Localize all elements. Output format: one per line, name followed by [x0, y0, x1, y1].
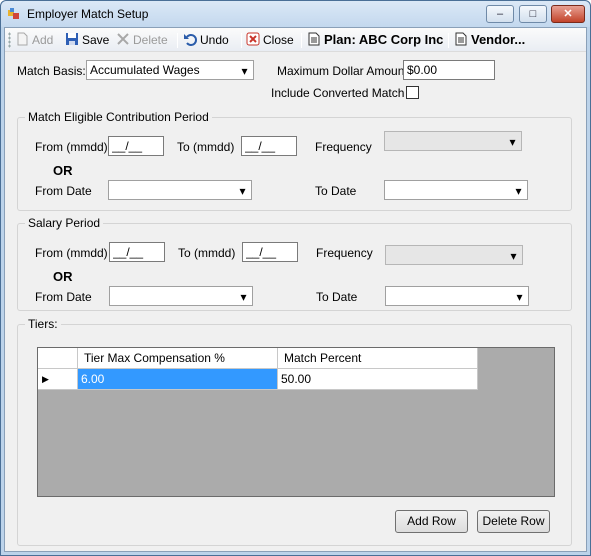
salary-to-date-label: To Date — [316, 290, 358, 304]
add-label: Add — [32, 33, 54, 47]
add-document-icon — [17, 32, 28, 46]
row-selector-icon[interactable]: ▶ — [38, 369, 78, 390]
match-basis-value: Accumulated Wages — [90, 63, 200, 77]
salary-to-mmdd-label: To (mmdd) — [178, 246, 236, 260]
max-dollar-input[interactable] — [403, 60, 495, 80]
delete-row-button[interactable]: Delete Row — [477, 510, 550, 533]
tier-max-cell[interactable]: 6.00 — [78, 369, 278, 390]
chevron-down-icon: ▾ — [516, 290, 523, 304]
save-button[interactable]: Save — [65, 31, 109, 49]
salary-from-date-label: From Date — [35, 290, 92, 304]
tiers-grid[interactable]: Tier Max Compensation % Match Percent ▶ … — [37, 347, 555, 497]
toolbar-separator — [177, 33, 178, 48]
salary-from-date-picker[interactable]: ▾ — [109, 286, 253, 306]
window-title: Employer Match Setup — [27, 7, 149, 21]
match-or-label: OR — [53, 163, 73, 178]
plan-label: Plan: ABC Corp Inc — [324, 32, 444, 47]
vendor-label: Vendor... — [471, 32, 526, 47]
salary-to-mmdd-input[interactable] — [242, 242, 298, 262]
plan-document-icon — [308, 32, 320, 46]
toolbar-separator — [241, 33, 242, 48]
toolbar-separator — [448, 33, 449, 48]
column-header-match-percent[interactable]: Match Percent — [278, 348, 478, 369]
chevron-down-icon: ▾ — [239, 184, 246, 198]
match-to-date-label: To Date — [315, 184, 357, 198]
salary-frequency-label: Frequency — [316, 246, 373, 260]
match-to-mmdd-label: To (mmdd) — [177, 140, 235, 154]
match-to-mmdd-input[interactable] — [241, 136, 297, 156]
app-icon — [8, 8, 19, 19]
delete-label: Delete — [133, 33, 168, 47]
salary-to-date-picker[interactable]: ▾ — [385, 286, 529, 306]
delete-button[interactable]: Delete — [116, 31, 168, 49]
column-header-tier-max[interactable]: Tier Max Compensation % — [78, 348, 278, 369]
chevron-down-icon: ▾ — [240, 290, 247, 304]
match-basis-label: Match Basis: — [17, 64, 86, 78]
close-button[interactable]: Close — [246, 31, 294, 49]
match-frequency-select[interactable]: ▾ — [384, 131, 522, 151]
employer-match-setup-window: Employer Match Setup – □ ✕ Add Save Dele… — [0, 0, 591, 556]
close-label: Close — [263, 33, 294, 47]
match-period-title: Match Eligible Contribution Period — [25, 110, 212, 124]
max-dollar-label: Maximum Dollar Amount: — [277, 64, 412, 78]
toolbar-grip — [8, 32, 11, 48]
chevron-down-icon: ▾ — [241, 64, 248, 78]
salary-from-mmdd-label: From (mmdd) — [35, 246, 108, 260]
vendor-button[interactable]: Vendor... — [454, 31, 525, 49]
match-from-date-label: From Date — [35, 184, 92, 198]
title-bar: Employer Match Setup – □ ✕ — [1, 1, 590, 27]
match-basis-select[interactable]: Accumulated Wages ▾ — [86, 60, 254, 80]
toolbar-separator — [301, 33, 302, 48]
form-client-area: Add Save Delete Undo Close Plan: ABC Cor… — [4, 27, 587, 552]
salary-from-mmdd-input[interactable] — [109, 242, 165, 262]
delete-x-icon — [117, 33, 129, 45]
chevron-down-icon: ▾ — [509, 135, 516, 149]
undo-button[interactable]: Undo — [183, 31, 229, 49]
match-from-mmdd-label: From (mmdd) — [35, 140, 108, 154]
include-converted-checkbox[interactable] — [406, 86, 419, 99]
plan-button[interactable]: Plan: ABC Corp Inc — [307, 31, 443, 49]
chevron-down-icon: ▾ — [515, 184, 522, 198]
include-converted-label: Include Converted Match — [271, 86, 405, 100]
match-percent-cell[interactable]: 50.00 — [278, 369, 478, 390]
minimize-button[interactable]: – — [486, 5, 514, 23]
close-icon — [246, 32, 260, 46]
match-to-date-picker[interactable]: ▾ — [384, 180, 528, 200]
match-from-mmdd-input[interactable] — [108, 136, 164, 156]
undo-icon — [184, 34, 197, 46]
save-icon — [66, 33, 78, 45]
vendor-document-icon — [455, 32, 467, 46]
tiers-title: Tiers: — [25, 317, 61, 331]
grid-corner-header — [38, 348, 78, 369]
salary-frequency-select[interactable]: ▾ — [385, 245, 523, 265]
add-button[interactable]: Add — [15, 31, 53, 49]
toolbar: Add Save Delete Undo Close Plan: ABC Cor… — [5, 28, 586, 52]
salary-or-label: OR — [53, 269, 73, 284]
match-frequency-label: Frequency — [315, 140, 372, 154]
undo-label: Undo — [200, 33, 229, 47]
add-row-button[interactable]: Add Row — [395, 510, 468, 533]
salary-period-title: Salary Period — [25, 216, 104, 230]
chevron-down-icon: ▾ — [510, 249, 517, 263]
window-close-button[interactable]: ✕ — [551, 5, 585, 23]
match-from-date-picker[interactable]: ▾ — [108, 180, 252, 200]
maximize-button[interactable]: □ — [519, 5, 547, 23]
save-label: Save — [82, 33, 110, 47]
